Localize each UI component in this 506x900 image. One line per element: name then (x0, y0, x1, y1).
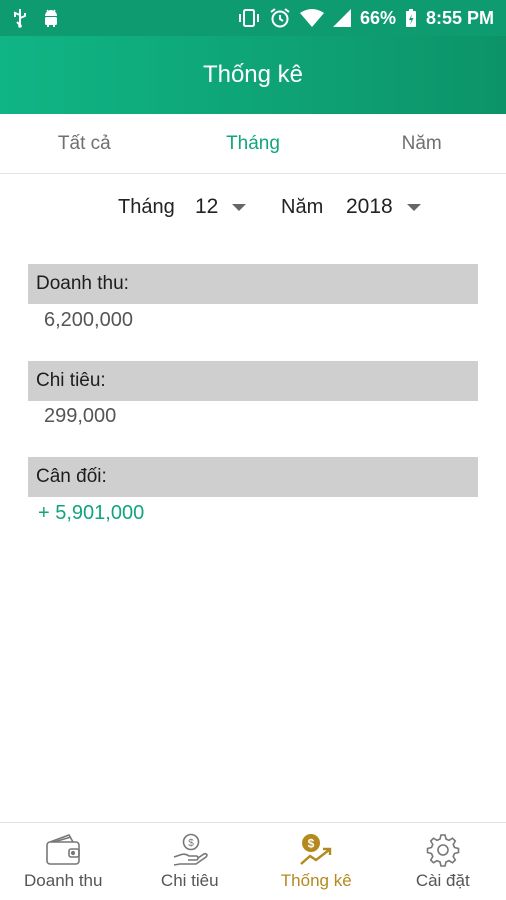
status-bar: 66% 8:55 PM (0, 0, 506, 36)
tab-month[interactable]: Tháng (169, 114, 338, 173)
tab-label: Tất cả (57, 132, 111, 154)
revenue-header: Doanh thu: (28, 264, 478, 304)
wifi-icon (299, 9, 324, 27)
nav-label: Thống kê (280, 870, 352, 890)
wallet-icon (45, 833, 81, 867)
nav-statistics[interactable]: $ Thống kê (253, 823, 380, 900)
nav-label: Cài đặt (415, 870, 470, 890)
revenue-value: 6,200,000 (44, 309, 133, 331)
svg-text:$: $ (188, 838, 194, 849)
usb-icon (12, 8, 28, 28)
tab-all[interactable]: Tất cả (0, 114, 169, 173)
svg-text:$: $ (308, 836, 315, 850)
clock-time: 8:55 PM (425, 7, 494, 28)
balance-label: Cân đối: (36, 466, 107, 487)
revenue-label: Doanh thu: (36, 273, 129, 294)
alarm-icon (269, 7, 291, 29)
android-icon (42, 8, 60, 28)
hand-coin-icon: $ (172, 833, 208, 867)
vibrate-icon (238, 8, 260, 28)
month-value: 12 (195, 195, 219, 218)
expense-label: Chi tiêu: (36, 370, 106, 391)
year-select[interactable]: 2018 (346, 195, 421, 219)
nav-label: Doanh thu (24, 870, 103, 890)
page-title: Thống kê (202, 61, 304, 88)
expense-header: Chi tiêu: (28, 361, 478, 401)
signal-icon (332, 9, 351, 27)
nav-settings[interactable]: Cài đặt (380, 823, 506, 900)
period-tabs: Tất cả Tháng Năm (0, 114, 506, 174)
balance-header: Cân đối: (28, 457, 478, 497)
expense-value: 299,000 (44, 405, 117, 427)
app-bar: Thống kê (0, 36, 506, 114)
bottom-nav: Doanh thu $ Chi tiêu $ Thống kê Cài đặt (0, 822, 506, 900)
date-filters: Tháng 12 Năm 2018 (0, 186, 506, 228)
trending-coin-icon: $ (298, 833, 334, 867)
gear-icon (425, 833, 461, 867)
battery-percent: 66% (359, 7, 396, 28)
year-value: 2018 (346, 195, 393, 218)
tab-label: Năm (401, 132, 442, 154)
chevron-down-icon (232, 203, 247, 211)
balance-value: + 5,901,000 (38, 502, 145, 524)
chevron-down-icon (406, 203, 421, 211)
month-select[interactable]: 12 (195, 195, 247, 219)
nav-revenue[interactable]: Doanh thu (0, 823, 127, 900)
month-label: Tháng (118, 195, 175, 218)
battery-charging-icon (405, 8, 417, 28)
nav-label: Chi tiêu (160, 870, 219, 890)
nav-expense[interactable]: $ Chi tiêu (127, 823, 254, 900)
tab-label: Tháng (226, 132, 280, 154)
tab-year[interactable]: Năm (337, 114, 506, 173)
year-label: Năm (281, 195, 324, 218)
